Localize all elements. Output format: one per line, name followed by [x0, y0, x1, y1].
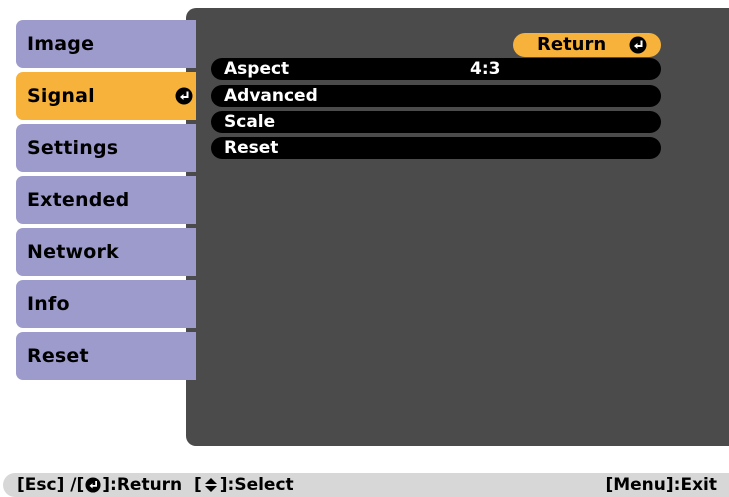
sidebar-item-settings[interactable]: Settings	[16, 124, 196, 172]
submenu-item-aspect[interactable]: Aspect 4:3	[211, 58, 661, 80]
sidebar-item-signal[interactable]: Signal	[16, 72, 196, 120]
sidebar-item-label: Reset	[27, 345, 89, 367]
help-text-esc: [Esc] /[	[17, 475, 85, 495]
submenu-item-label: Scale	[224, 112, 276, 132]
submenu-item-label: Aspect	[224, 59, 290, 79]
sidebar-item-label: Info	[27, 293, 70, 315]
submenu-item-label: Reset	[224, 138, 279, 158]
sidebar-item-label: Image	[27, 33, 95, 55]
return-button-label: Return	[537, 34, 607, 55]
help-menu-exit: [Menu]:Exit	[605, 475, 717, 495]
sidebar-item-label: Settings	[27, 137, 119, 159]
sidebar-item-label: Extended	[27, 189, 130, 211]
sidebar-item-label: Network	[27, 241, 119, 263]
help-bar: [Esc] /[ ]:Return [ ]:Select [Menu]:Exit	[3, 473, 729, 497]
enter-icon	[175, 87, 193, 105]
sidebar-item-info[interactable]: Info	[16, 280, 196, 328]
help-text-return: ]:Return [	[102, 475, 202, 495]
submenu-item-scale[interactable]: Scale	[211, 111, 661, 133]
return-button[interactable]: Return	[513, 33, 661, 57]
sidebar-item-reset[interactable]: Reset	[16, 332, 196, 380]
help-navigation-hint: [Esc] /[ ]:Return [ ]:Select	[17, 473, 294, 497]
up-down-arrow-icon	[204, 478, 217, 492]
sidebar-item-network[interactable]: Network	[16, 228, 196, 276]
sidebar-item-extended[interactable]: Extended	[16, 176, 196, 224]
sidebar-item-label: Signal	[27, 85, 95, 107]
sidebar-item-image[interactable]: Image	[16, 20, 196, 68]
submenu-item-reset[interactable]: Reset	[211, 137, 661, 159]
help-text-select: ]:Select	[219, 475, 294, 495]
submenu-item-value: 4:3	[470, 59, 501, 79]
submenu-item-label: Advanced	[224, 86, 318, 106]
enter-icon	[629, 36, 647, 54]
enter-icon	[85, 477, 101, 493]
submenu-item-advanced[interactable]: Advanced	[211, 85, 661, 107]
